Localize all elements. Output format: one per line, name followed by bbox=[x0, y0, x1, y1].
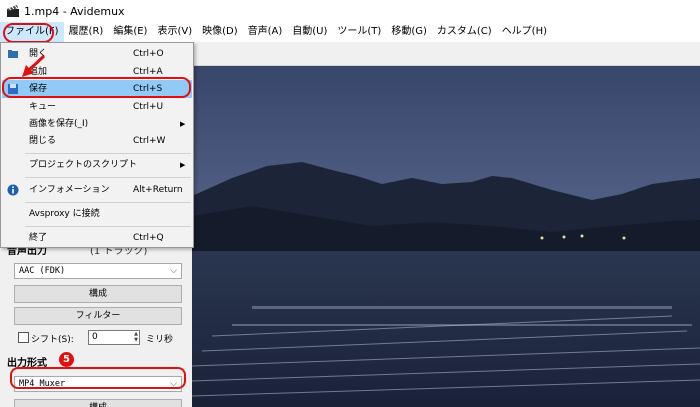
menu-history[interactable]: 履歴(R) bbox=[64, 22, 109, 42]
video-preview bbox=[192, 66, 700, 407]
submenu-arrow-icon: ▶ bbox=[180, 120, 186, 128]
audio-filter-button[interactable]: フィルター bbox=[14, 307, 182, 325]
menu-edit[interactable]: 編集(E) bbox=[108, 22, 152, 42]
menu-project-script[interactable]: プロジェクトのスクリプト ▶ bbox=[2, 156, 192, 174]
chevron-down-icon: ⌵ bbox=[170, 266, 177, 276]
title-bar: 1.mp4 - Avidemux bbox=[0, 0, 700, 22]
shift-spinbox[interactable]: 0 ▲ ▼ bbox=[88, 330, 140, 345]
menu-avsproxy[interactable]: Avsproxy に接続 bbox=[2, 205, 192, 223]
menu-separator bbox=[25, 226, 191, 227]
annotation-ring-save bbox=[2, 77, 191, 98]
menu-auto[interactable]: 自動(U) bbox=[287, 22, 332, 42]
menu-go[interactable]: 移動(G) bbox=[386, 22, 432, 42]
menu-custom[interactable]: カスタム(C) bbox=[432, 22, 497, 42]
shift-label: シフト(S): bbox=[31, 335, 74, 345]
annotation-arrow-icon bbox=[22, 54, 46, 77]
step-badge-5: 5 bbox=[59, 352, 74, 367]
menu-information[interactable]: インフォメーション Alt+Return bbox=[2, 181, 192, 199]
menu-save-image[interactable]: 画像を保存(_I) ▶ bbox=[2, 115, 192, 133]
info-icon bbox=[7, 184, 19, 196]
audio-codec-select[interactable]: AAC (FDK) ⌵ bbox=[14, 263, 182, 279]
video-frame-image bbox=[192, 66, 700, 407]
menu-help[interactable]: ヘルプ(H) bbox=[497, 22, 552, 42]
shift-checkbox[interactable] bbox=[18, 332, 29, 343]
window-title: 1.mp4 - Avidemux bbox=[24, 4, 125, 18]
shift-value: 0 bbox=[92, 332, 98, 342]
spin-arrows-icon: ▲ ▼ bbox=[134, 331, 138, 343]
avidemux-clapper-icon bbox=[7, 5, 19, 17]
menu-separator bbox=[25, 153, 191, 154]
menu-view[interactable]: 表示(V) bbox=[152, 22, 197, 42]
menu-separator bbox=[25, 202, 191, 203]
menu-separator bbox=[25, 177, 191, 178]
shift-unit-label: ミリ秒 bbox=[146, 335, 174, 345]
menu-tools[interactable]: ツール(T) bbox=[332, 22, 386, 42]
audio-codec-value: AAC (FDK) bbox=[19, 266, 66, 276]
menu-bar: ファイル(F) 履歴(R) 編集(E) 表示(V) 映像(D) 音声(A) 自動… bbox=[0, 22, 700, 42]
annotation-ring-file-menu bbox=[3, 23, 54, 43]
menu-quit[interactable]: 終了 Ctrl+Q bbox=[2, 229, 192, 247]
menu-close[interactable]: 閉じる Ctrl+W bbox=[2, 132, 192, 150]
menu-audio[interactable]: 音声(A) bbox=[243, 22, 288, 42]
menu-video[interactable]: 映像(D) bbox=[197, 22, 243, 42]
submenu-arrow-icon: ▶ bbox=[180, 161, 186, 169]
annotation-ring-output-format bbox=[10, 367, 186, 389]
output-configure-button[interactable]: 構成 bbox=[14, 399, 182, 407]
menu-queue[interactable]: キュー Ctrl+U bbox=[2, 98, 192, 116]
audio-configure-button[interactable]: 構成 bbox=[14, 285, 182, 303]
